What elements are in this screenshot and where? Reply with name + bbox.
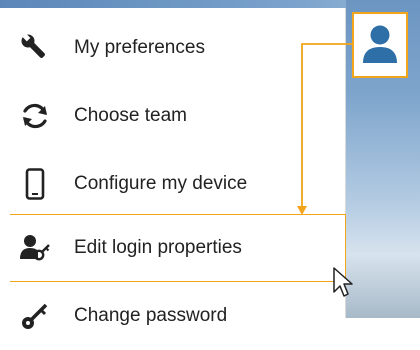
- callout-connector: [297, 43, 352, 215]
- mouse-cursor-icon: [333, 267, 353, 297]
